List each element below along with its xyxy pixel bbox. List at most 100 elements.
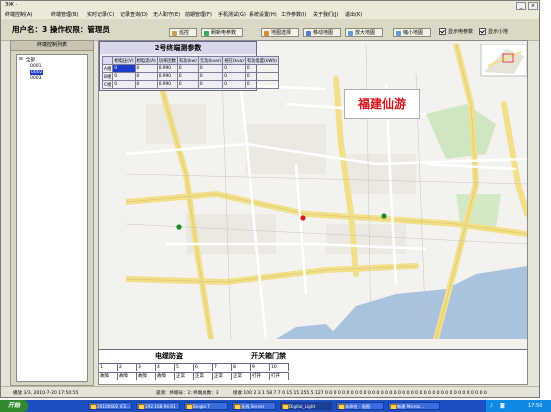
patrol-icon: [172, 31, 177, 36]
menu-system-settings[interactable]: 系统设置(H): [249, 11, 277, 18]
menu-terminal-control[interactable]: 终端控制(A): [5, 11, 32, 18]
table-cell: 0: [244, 64, 279, 73]
taskbar-item[interactable]: 新建 Micros...: [388, 402, 440, 410]
move-map-button[interactable]: 移动地图: [303, 28, 341, 37]
cable-antitheft-panel: 电缆防盗 开关箱门禁 1 2 3 4 5 6 7 8 9 10 故障 故障 故障…: [99, 349, 527, 384]
refresh-params-label: 刷新电参数: [211, 30, 237, 36]
table-cell[interactable]: 0: [112, 64, 136, 73]
table-cell: 0: [222, 72, 246, 81]
menu-record-query[interactable]: 记录查询(D): [120, 11, 148, 18]
channel-status: 故障: [137, 372, 156, 380]
table-cell: 0: [112, 80, 136, 89]
toolbar: 用户名：3 操作权限：管理员 巡控 刷新电参数 地图选择 移动地图 放大地图 缩…: [1, 19, 539, 41]
taskbar-item-label: 192.168.94.61: [145, 404, 176, 409]
application-window: ЭЖ · _ × 终端控制(A) 终端管理(B) 实时记录(C) 记录查询(D)…: [0, 0, 540, 398]
tree-item-0001[interactable]: 0001: [30, 64, 41, 69]
channel-status: 故障: [118, 372, 137, 380]
network-icon[interactable]: ◙: [500, 400, 505, 412]
taskbar-item[interactable]: 无线 Server: [232, 402, 276, 410]
channel-status: 正常: [213, 372, 232, 380]
map-select-icon: [264, 31, 269, 36]
taskbar-item-label: 未命名 - 画图: [345, 404, 371, 409]
channel-number: 3: [137, 363, 156, 371]
tree-item-0003[interactable]: 0003: [30, 76, 41, 81]
table-cell: A相: [101, 64, 114, 73]
table-cell: 0: [222, 80, 246, 89]
terminal-tree[interactable]: ⊟ 全部 0001 0002 0003: [16, 54, 88, 382]
taskbar-item-active[interactable]: Digital_Light: [280, 402, 332, 410]
table-cell: 0: [197, 64, 224, 73]
status-received: 接收 100 2 3 1 58 7 7 0 15 15 255 5 127 0 …: [233, 391, 487, 396]
table-cell: 0: [222, 64, 246, 73]
taskbar-item[interactable]: Beigbi T: [184, 402, 228, 410]
table-cell: 0: [134, 80, 158, 89]
menu-work-params[interactable]: 工作参数(I): [281, 11, 306, 18]
refresh-icon: [204, 31, 209, 36]
taskbar-item[interactable]: 未命名 - 画图: [336, 402, 384, 410]
menu-phone-test[interactable]: 手机测试(G): [218, 11, 246, 18]
taskbar-item[interactable]: 20100602 ICS...: [88, 402, 132, 410]
table-cell: 0: [176, 64, 199, 73]
menu-unattended[interactable]: 无人职守(E): [153, 11, 180, 18]
tree-item-0002[interactable]: 0002: [30, 70, 44, 75]
move-map-icon: [306, 31, 311, 36]
table-cell: 0.990: [156, 80, 178, 89]
folder-icon: [138, 404, 145, 409]
terminal-marker-green: [176, 224, 182, 230]
show-params-checkbox[interactable]: 显示电参数: [439, 28, 473, 37]
patrol-button[interactable]: 巡控: [169, 28, 197, 37]
status-time: 播放 3/3, 2010-7-20 17:50:55: [13, 391, 79, 396]
show-params-label: 显示电参数: [448, 29, 474, 35]
table-cell: 0: [134, 72, 158, 81]
param-window: 2号终端测参数 相电压(V) 相电流(A) 功率因数 有功(kw) 无功(kva…: [99, 41, 279, 91]
terminal-marker-red: [300, 215, 306, 221]
start-button[interactable]: 开始: [0, 400, 28, 412]
channel-number: 2: [118, 363, 137, 371]
table-cell: 0: [197, 80, 224, 89]
menu-terminal-manage[interactable]: 终端管理(B): [51, 11, 78, 18]
map-select-button[interactable]: 地图选择: [261, 28, 299, 37]
clock: 17:50: [528, 403, 543, 409]
volume-icon[interactable]: ♪: [490, 400, 493, 412]
zoom-in-icon: [348, 31, 353, 36]
menu-exit[interactable]: 退出(K): [345, 11, 362, 18]
minimize-button[interactable]: _: [516, 2, 526, 10]
channel-status: 正常: [175, 372, 194, 380]
table-header-cell: 功率因数: [156, 56, 178, 65]
terminal-list-panel: 终端控制列表 ⊟ 全部 0001 0002 0003: [10, 40, 94, 386]
refresh-params-button[interactable]: 刷新电参数: [201, 28, 243, 37]
taskbar-item-label: 无线 Server: [241, 404, 265, 409]
channel-number: 5: [175, 363, 194, 371]
channel-number: 4: [156, 363, 175, 371]
window-title: ЭЖ ·: [5, 2, 18, 8]
table-cell: 0.990: [156, 64, 178, 73]
table-cell: 0: [244, 72, 279, 81]
tree-item-root[interactable]: 全部: [26, 57, 35, 63]
show-minimap-checkbox[interactable]: 显示小地: [479, 28, 508, 37]
tree-expand-icon[interactable]: ⊟: [19, 57, 23, 62]
menu-about[interactable]: 关于我们(J): [313, 11, 338, 18]
table-header-cell: [101, 56, 114, 65]
system-tray: ♪ ◙ 17:50: [486, 400, 551, 412]
checkbox-check-icon: [479, 28, 486, 35]
show-minimap-label: 显示小地: [488, 29, 509, 35]
table-cell: 0: [112, 72, 136, 81]
zoom-out-button[interactable]: 缩小地图: [393, 28, 431, 37]
taskbar-item[interactable]: 192.168.94.61: [136, 402, 180, 410]
menu-realtime-record[interactable]: 实时记录(C): [87, 11, 114, 18]
taskbar-item-label: Beigbi T: [193, 404, 210, 409]
channel-status: 打开: [251, 372, 270, 380]
menu-early-manage[interactable]: 前期管理(F): [185, 11, 212, 18]
switchbox-access-title: 开关箱门禁: [251, 352, 286, 360]
channel-number: 9: [251, 363, 270, 371]
close-button[interactable]: ×: [528, 2, 538, 10]
zoom-in-button[interactable]: 放大地图: [345, 28, 383, 37]
table-header-cell: 有功电度(kWh): [244, 56, 279, 65]
city-banner: 福建仙游: [344, 89, 420, 119]
paint-icon: [338, 404, 345, 409]
table-header-cell: 相电压(V): [112, 56, 136, 65]
table-cell: 0: [134, 64, 158, 73]
map-area[interactable]: 2号终端测参数 相电压(V) 相电流(A) 功率因数 有功(kw) 无功(kva…: [98, 40, 528, 385]
taskbar: 开始 20100602 ICS... 192.168.94.61 Beigbi …: [0, 400, 551, 412]
table-header-row: 相电压(V) 相电流(A) 功率因数 有功(kw) 无功(kvar) 视在(kv…: [101, 56, 279, 65]
